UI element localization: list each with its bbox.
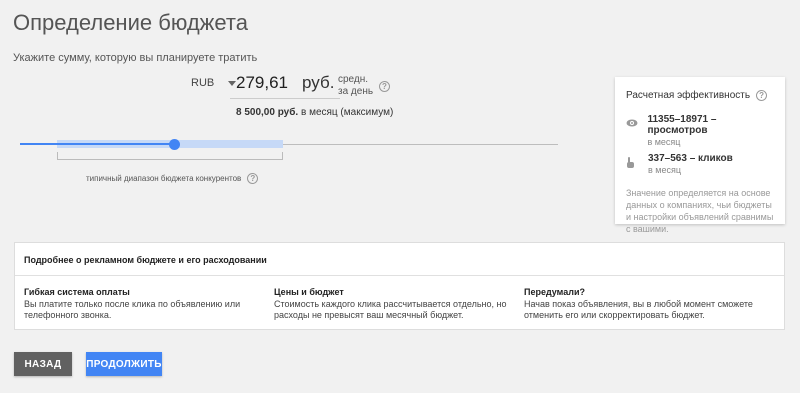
budget-period: средн. за день <box>338 74 373 98</box>
monthly-budget-suffix: в месяц (максимум) <box>300 107 394 118</box>
back-button[interactable]: НАЗАД <box>14 352 72 376</box>
estimate-note: Значение определяется на основе данных о… <box>626 188 774 234</box>
competitor-range-text: типичный диапазон бюджета конкурентов <box>86 174 242 183</box>
info-column-text: Стоимость каждого клика рассчитывается о… <box>274 299 507 320</box>
estimate-panel: Расчетная эффективность ? 11355–18971 – … <box>615 77 785 234</box>
views-metric: 11355–18971 – просмотров в месяц <box>626 114 774 147</box>
info-column-changes: Передумали? Начав показ объявления, вы в… <box>524 287 774 321</box>
budget-period-line2: за день <box>338 86 374 97</box>
views-value: 11355–18971 <box>647 114 709 125</box>
budget-period-line1: средн. <box>338 74 369 85</box>
info-column-title: Гибкая система оплаты <box>24 287 130 297</box>
eye-icon <box>626 118 639 147</box>
page-title: Определение бюджета <box>13 10 248 35</box>
estimate-title-text: Расчетная эффективность <box>626 90 751 101</box>
budget-info-columns: Гибкая система оплаты Вы платите только … <box>15 276 784 321</box>
currency-value: RUB <box>191 77 215 89</box>
info-column-title: Цены и бюджет <box>274 287 344 297</box>
help-circle-icon[interactable]: ? <box>379 81 390 92</box>
page-subtitle: Укажите сумму, которую вы планируете тра… <box>13 52 258 64</box>
budget-info-heading: Подробнее о рекламном бюджете и его расх… <box>15 243 784 276</box>
continue-button[interactable]: ПРОДОЛЖИТЬ <box>86 352 162 376</box>
daily-budget-unit: руб. <box>302 73 335 92</box>
info-column-text: Вы платите только после клика по объявле… <box>24 299 241 320</box>
budget-info-card: Подробнее о рекламном бюджете и его расх… <box>14 242 785 330</box>
competitor-range-bracket <box>57 152 283 160</box>
clicks-metric: 337–563 – кликов в месяц <box>626 153 774 175</box>
competitor-range-label: типичный диапазон бюджета конкурентов ? <box>86 173 259 184</box>
pointer-hand-icon <box>626 157 640 175</box>
clicks-period: в месяц <box>648 165 682 175</box>
budget-slider[interactable] <box>20 136 558 152</box>
daily-budget-input[interactable]: 279,61 руб. <box>230 73 340 99</box>
clicks-label: – кликов <box>689 153 733 164</box>
estimate-title: Расчетная эффективность ? <box>626 90 774 101</box>
help-circle-icon[interactable]: ? <box>247 173 259 184</box>
slider-thumb[interactable] <box>169 139 180 150</box>
help-circle-icon[interactable]: ? <box>756 90 768 101</box>
info-column-title: Передумали? <box>524 287 585 297</box>
clicks-value: 337–563 <box>648 153 687 164</box>
daily-budget-value: 279,61 <box>236 73 288 92</box>
monthly-budget: 8 500,00 руб. в месяц (максимум) <box>236 107 393 118</box>
views-period: в месяц <box>647 137 681 147</box>
slider-fill <box>20 143 174 145</box>
info-column-pricing: Цены и бюджет Стоимость каждого клика ра… <box>274 287 524 321</box>
info-column-payment: Гибкая система оплаты Вы платите только … <box>24 287 274 321</box>
info-column-text: Начав показ объявления, вы в любой момен… <box>524 299 753 320</box>
monthly-budget-value: 8 500,00 руб. <box>236 107 299 118</box>
